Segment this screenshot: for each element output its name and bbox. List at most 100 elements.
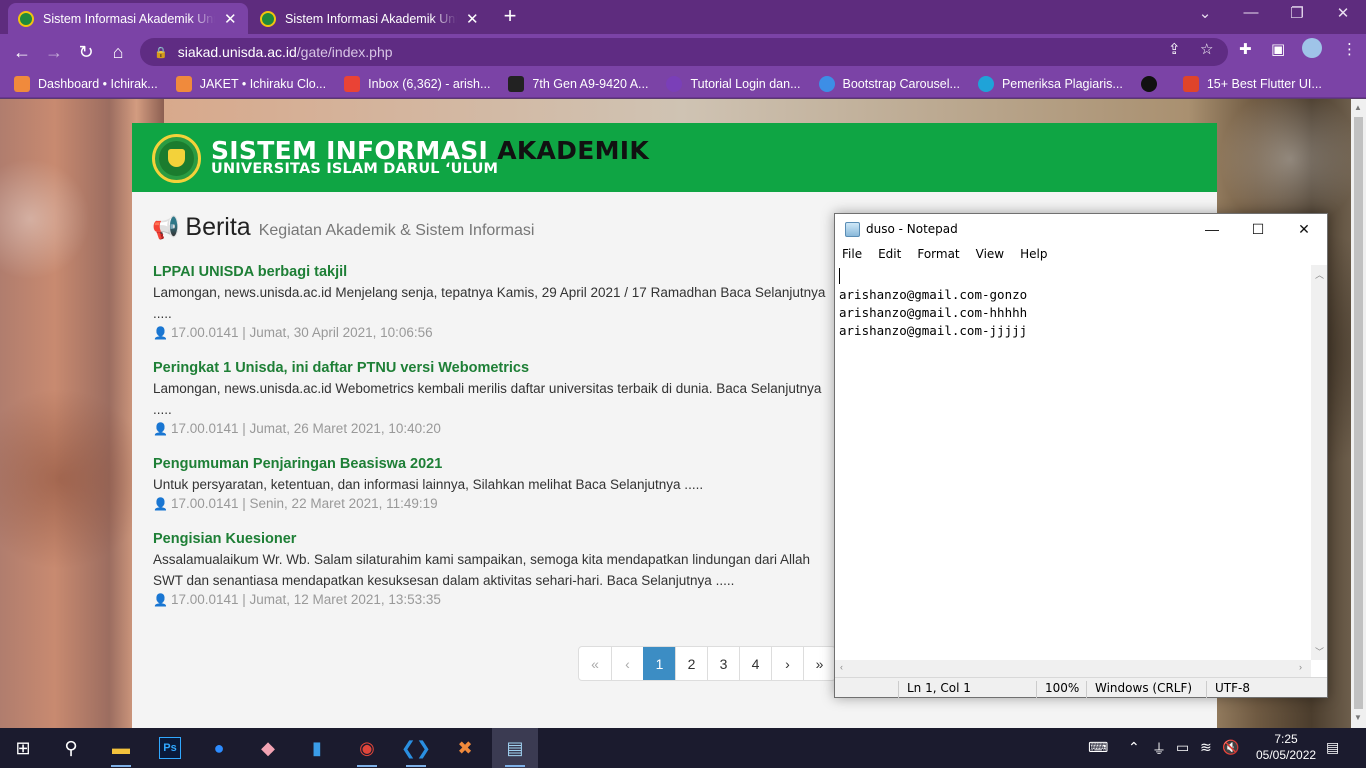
bookmark-item[interactable]: Bootstrap Carousel...	[818, 75, 960, 92]
bookmark-item[interactable]: Inbox (6,362) - arish...	[344, 75, 490, 92]
share-icon[interactable]: ⇪	[1168, 40, 1181, 58]
scroll-left-icon[interactable]: ‹	[840, 662, 843, 672]
next-page-button[interactable]: ›	[771, 647, 803, 680]
profile-avatar[interactable]	[1302, 38, 1322, 58]
scroll-up-icon[interactable]: ︿	[1315, 268, 1324, 281]
close-tab-icon[interactable]: ✕	[465, 10, 480, 28]
bookmark-item[interactable]	[1140, 75, 1165, 92]
heading-title: Berita	[185, 213, 251, 241]
scroll-up-icon[interactable]: ▲	[1354, 103, 1362, 112]
usb-icon[interactable]: ⏚	[1152, 739, 1166, 759]
side-panel-icon[interactable]: ▣	[1271, 40, 1285, 58]
text-caret	[839, 268, 840, 284]
restore-icon[interactable]: ❐	[1282, 4, 1312, 22]
close-tab-icon[interactable]: ✕	[223, 10, 238, 28]
news-item: Peringkat 1 Unisda, ini daftar PTNU vers…	[153, 360, 843, 436]
browser-tab[interactable]: Sistem Informasi Akademik Univ ✕	[250, 3, 490, 34]
file-explorer-icon[interactable]: ▬	[98, 728, 144, 768]
news-meta: 👤 17.00.0141 | Jumat, 26 Maret 2021, 10:4…	[153, 421, 441, 436]
new-tab-button[interactable]: +	[498, 5, 522, 29]
notification-icon[interactable]: ▤	[1326, 739, 1339, 756]
windows-start-icon[interactable]: ⊞	[0, 728, 46, 768]
last-page-button[interactable]: »	[803, 647, 835, 680]
scroll-down-icon[interactable]: ﹀	[1315, 645, 1324, 658]
scrollbar-thumb[interactable]	[1354, 117, 1363, 709]
tab-search-icon[interactable]: ⌄	[1190, 4, 1220, 22]
battery-icon[interactable]: ▭	[1176, 739, 1189, 756]
user-icon: 👤	[153, 326, 168, 340]
close-icon[interactable]: ✕	[1281, 214, 1327, 244]
menu-view[interactable]: View	[976, 247, 1004, 261]
bookmark-star-icon[interactable]: ☆	[1200, 40, 1213, 58]
system-clock[interactable]: 7:25 05/05/2022	[1256, 731, 1316, 763]
close-window-icon[interactable]: ✕	[1328, 4, 1358, 22]
back-icon[interactable]: ←	[11, 41, 33, 63]
search-icon[interactable]: ⚲	[48, 728, 94, 768]
page-button-4[interactable]: 4	[739, 647, 771, 680]
xampp-icon[interactable]: ✖	[442, 728, 488, 768]
news-title-link[interactable]: Peringkat 1 Unisda, ini daftar PTNU vers…	[153, 360, 843, 376]
minimize-icon[interactable]: —	[1236, 4, 1266, 21]
bookmark-item[interactable]: Pemeriksa Plagiaris...	[977, 75, 1123, 92]
maximize-icon[interactable]: ☐	[1235, 214, 1281, 244]
bookmark-item[interactable]: Dashboard • Ichirak...	[14, 75, 158, 92]
page-button-3[interactable]: 3	[707, 647, 739, 680]
bookmark-item[interactable]: 15+ Best Flutter UI...	[1182, 75, 1322, 92]
lock-icon[interactable]: 🔒	[154, 46, 168, 59]
news-item: LPPAI UNISDA berbagi takjil Lamongan, ne…	[153, 264, 843, 340]
menu-help[interactable]: Help	[1020, 247, 1047, 261]
notepad-vertical-scrollbar[interactable]: ︿ ﹀	[1311, 265, 1327, 660]
wifi-icon[interactable]: ≋	[1200, 739, 1212, 756]
scroll-right-icon[interactable]: ›	[1299, 662, 1302, 672]
news-description: Assalamualaikum Wr. Wb. Salam silaturahi…	[153, 552, 811, 588]
bookmark-favicon	[666, 75, 683, 92]
prev-page-button[interactable]: ‹	[611, 647, 643, 680]
scroll-down-icon[interactable]: ▼	[1354, 713, 1362, 722]
page-scrollbar[interactable]: ▲ ▼	[1351, 99, 1366, 728]
notepad-titlebar[interactable]: duso - Notepad — ☐ ✕	[835, 214, 1327, 244]
volume-icon[interactable]: 🔇	[1222, 739, 1239, 756]
news-title-link[interactable]: Pengisian Kuesioner	[153, 531, 843, 547]
menu-icon[interactable]: ⋮	[1342, 40, 1357, 58]
page-button-2[interactable]: 2	[675, 647, 707, 680]
app-icon[interactable]: ◆	[245, 728, 291, 768]
line-ending: Windows (CRLF)	[1086, 681, 1192, 698]
news-meta: 👤 17.00.0141 | Jumat, 30 April 2021, 10:0…	[153, 325, 433, 340]
bookmark-item[interactable]: Tutorial Login dan...	[666, 75, 801, 92]
forward-icon[interactable]: →	[43, 41, 65, 63]
page-button-1[interactable]: 1	[643, 647, 675, 680]
keyboard-icon[interactable]: ⌨	[1088, 739, 1108, 756]
bookmark-favicon	[14, 75, 30, 92]
url-path: /gate/index.php	[296, 44, 393, 60]
news-title-link[interactable]: LPPAI UNISDA berbagi takjil	[153, 264, 843, 280]
site-banner: SISTEM INFORMASI AKADEMIK UNIVERSITAS IS…	[132, 123, 1217, 192]
first-page-button[interactable]: «	[579, 647, 611, 680]
chrome-icon[interactable]: ◉	[344, 728, 390, 768]
reload-icon[interactable]: ↻	[75, 41, 97, 63]
chevron-up-icon[interactable]: ⌃	[1128, 739, 1140, 756]
news-title-link[interactable]: Pengumuman Penjaringan Beasiswa 2021	[153, 456, 843, 472]
news-meta: 👤 17.00.0141 | Jumat, 12 Maret 2021, 13:5…	[153, 592, 441, 607]
menu-edit[interactable]: Edit	[878, 247, 901, 261]
notepad-taskbar-icon[interactable]: ▤	[492, 728, 538, 768]
dev-icon	[1182, 75, 1199, 92]
notepad-horizontal-scrollbar[interactable]: ‹ ›	[835, 660, 1311, 677]
photoshop-icon[interactable]: Ps	[147, 728, 193, 768]
phone-app-icon[interactable]: ▮	[294, 728, 340, 768]
user-icon: 👤	[153, 497, 168, 511]
home-icon[interactable]: ⌂	[107, 41, 129, 63]
minimize-icon[interactable]: —	[1189, 214, 1235, 244]
zoom-icon[interactable]: ●	[196, 728, 242, 768]
browser-tab-active[interactable]: Sistem Informasi Akademik Univ ✕	[8, 3, 248, 34]
notepad-text-area[interactable]: arishanzo@gmail.com-gonzo arishanzo@gmai…	[835, 265, 1311, 660]
extensions-icon[interactable]: ✚	[1239, 40, 1252, 58]
menu-format[interactable]: Format	[917, 247, 959, 261]
menu-file[interactable]: File	[842, 247, 862, 261]
text-line: arishanzo@gmail.com-gonzo	[839, 287, 1028, 302]
bookmark-item[interactable]: JAKET • Ichiraku Clo...	[175, 75, 326, 92]
bookmark-item[interactable]: 7th Gen A9-9420 A...	[508, 75, 648, 92]
address-bar[interactable]: 🔒 siakad.unisda.ac.id/gate/index.php	[140, 38, 1228, 66]
windows-taskbar: ⊞ ⚲ ▬ Ps ● ◆ ▮ ◉ ❮❯ ✖ ▤ ⌨ ⌃ ⏚ ▭ ≋ 🔇 7:25…	[0, 728, 1366, 768]
vscode-icon[interactable]: ❮❯	[393, 728, 439, 768]
news-item: Pengumuman Penjaringan Beasiswa 2021 Unt…	[153, 456, 843, 511]
